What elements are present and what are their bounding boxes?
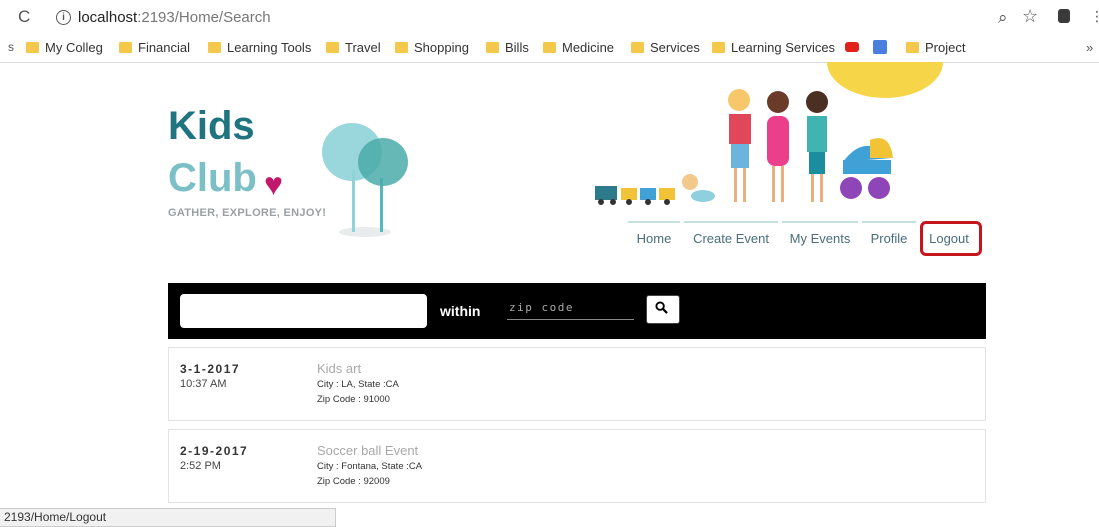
url-path: :2193/Home/Search [137, 9, 271, 26]
folder-icon [486, 42, 499, 53]
folder-icon [26, 42, 39, 53]
bookmarks-bar: s My Colleg Financial Learning Tools Tra… [0, 36, 1099, 63]
zip-code-input[interactable] [507, 296, 634, 320]
event-card[interactable]: 3-1-2017 10:37 AM Kids art City : LA, St… [168, 347, 986, 421]
folder-icon [712, 42, 725, 53]
folder-icon [543, 42, 556, 53]
tagline: GATHER, EXPLORE, ENJOY! [168, 207, 327, 219]
search-button[interactable] [646, 295, 680, 324]
reload-icon[interactable]: C [18, 7, 30, 27]
folder-icon [326, 42, 339, 53]
logo-club[interactable]: Club [168, 156, 257, 201]
within-label: within [440, 303, 481, 319]
address-bar[interactable]: localhost:2193/Home/Search [78, 9, 271, 26]
heart-icon: ♥ [264, 166, 283, 202]
nav-home[interactable]: Home [628, 221, 680, 257]
event-title[interactable]: Soccer ball Event [317, 443, 418, 458]
bookmark-my-colleg[interactable]: My Colleg [26, 40, 103, 55]
folder-icon [906, 42, 919, 53]
bookmark-star-icon[interactable]: ☆ [1022, 6, 1038, 27]
nav-create-event[interactable]: Create Event [684, 221, 778, 257]
folder-icon [119, 42, 132, 53]
bookmark-label: Bills [505, 40, 529, 55]
bookmark-label: Learning Services [731, 40, 836, 55]
logo-kids[interactable]: Kids [168, 104, 255, 149]
family-illustration [595, 62, 943, 205]
bookmark-label: Shopping [414, 40, 469, 55]
trees-illustration [322, 123, 408, 237]
info-icon[interactable]: i [56, 10, 71, 25]
event-title[interactable]: Kids art [317, 361, 361, 376]
event-zip: Zip Code : 91000 [317, 394, 390, 405]
logout-highlight [920, 221, 982, 256]
search-icon [655, 301, 668, 314]
bookmark-label: Travel [345, 40, 381, 55]
event-location: City : Fontana, State :CA [317, 461, 423, 472]
browser-toolbar: C i localhost:2193/Home/Search ⌕ ☆ ⋮ [0, 0, 1099, 36]
url-host: localhost [78, 9, 138, 26]
bookmark-learning-services[interactable]: Learning Services [712, 40, 835, 55]
folder-icon [208, 42, 221, 53]
folder-icon [395, 42, 408, 53]
event-card[interactable]: 2-19-2017 2:52 PM Soccer ball Event City… [168, 429, 986, 503]
event-zip: Zip Code : 92009 [317, 476, 390, 487]
status-bar: 2193/Home/Logout [0, 508, 336, 527]
event-location: City : LA, State :CA [317, 379, 399, 390]
bookmark-services[interactable]: Services [631, 40, 700, 55]
youtube-icon[interactable] [845, 42, 859, 52]
menu-icon[interactable]: ⋮ [1090, 8, 1099, 25]
bookmarks-leading: s [8, 40, 14, 54]
event-time: 2:52 PM [180, 460, 221, 472]
event-date: 2-19-2017 [180, 444, 249, 458]
bookmark-shopping[interactable]: Shopping [395, 40, 469, 55]
bookmark-label: My Colleg [45, 40, 103, 55]
bookmark-label: Project [925, 40, 966, 55]
event-date: 3-1-2017 [180, 362, 241, 376]
bookmark-label: Learning Tools [227, 40, 312, 55]
translate-icon[interactable] [873, 40, 887, 54]
bookmark-label: Financial [138, 40, 191, 55]
bookmark-medicine[interactable]: Medicine [543, 40, 614, 55]
bookmark-label: Medicine [562, 40, 615, 55]
nav-profile[interactable]: Profile [862, 221, 916, 257]
bookmark-learning-tools[interactable]: Learning Tools [208, 40, 311, 55]
bookmarks-overflow-icon[interactable]: » [1086, 40, 1093, 55]
bookmark-travel[interactable]: Travel [326, 40, 381, 55]
bookmark-bills[interactable]: Bills [486, 40, 529, 55]
folder-icon [631, 42, 644, 53]
search-input[interactable] [180, 294, 427, 328]
nav-my-events[interactable]: My Events [782, 221, 858, 257]
event-time: 10:37 AM [180, 378, 227, 390]
search-bar: within [168, 283, 986, 339]
bookmark-financial[interactable]: Financial [119, 40, 190, 55]
extension-icon[interactable] [1058, 9, 1070, 23]
bookmark-project[interactable]: Project [906, 40, 965, 55]
bookmark-label: Services [650, 40, 700, 55]
zoom-icon[interactable]: ⌕ [998, 8, 1008, 28]
